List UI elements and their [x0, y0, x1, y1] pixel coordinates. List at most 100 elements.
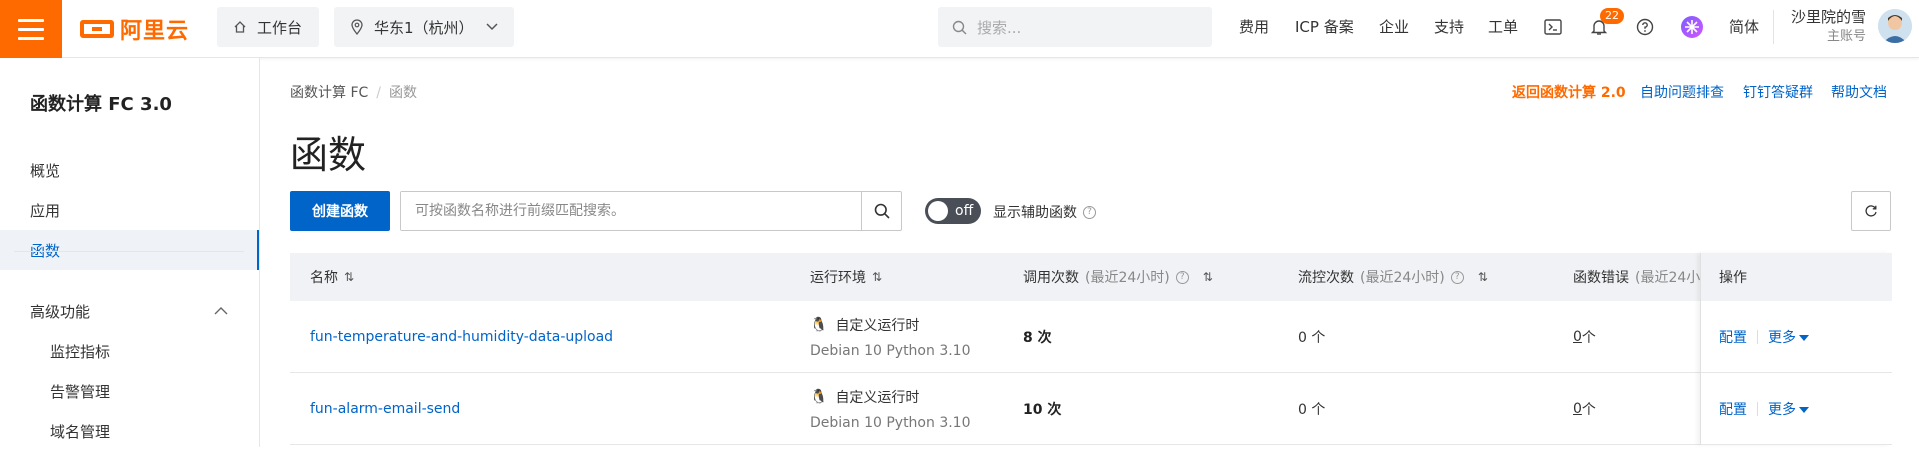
- toggle-knob: [928, 201, 948, 221]
- location-icon: [351, 19, 363, 35]
- logo-icon: [80, 20, 114, 38]
- more-dropdown[interactable]: 更多: [1768, 399, 1809, 419]
- search-icon: [952, 20, 967, 34]
- errors-count-link[interactable]: 0: [1573, 329, 1582, 345]
- sidebar-section-advanced[interactable]: 高级功能: [0, 291, 259, 331]
- question-icon[interactable]: ?: [1083, 205, 1096, 219]
- config-link[interactable]: 配置: [1719, 327, 1747, 347]
- function-search-button[interactable]: [861, 192, 901, 230]
- ai-assistant-icon[interactable]: [1677, 12, 1707, 42]
- linux-icon: 🐧: [810, 317, 828, 333]
- column-name-label: 名称: [310, 270, 338, 286]
- region-selector[interactable]: 华东1（杭州）: [334, 7, 514, 47]
- column-name[interactable]: 名称 ⇅: [310, 253, 354, 301]
- sidebar: 函数计算 FC 3.0 概览 应用 函数 高级功能 监控指标 告警管理 域名管理: [0, 58, 260, 447]
- avatar[interactable]: [1878, 9, 1912, 43]
- sort-icon[interactable]: ⇅: [344, 270, 354, 284]
- home-icon: [234, 21, 246, 33]
- self-check-link[interactable]: 自助问题排查: [1640, 82, 1724, 102]
- errors-value: 0 个: [1573, 373, 1596, 445]
- create-function-button[interactable]: 创建函数: [290, 191, 390, 231]
- help-icon[interactable]: [1630, 12, 1660, 42]
- sidebar-item-functions[interactable]: 函数: [0, 230, 259, 270]
- function-name[interactable]: fun-temperature-and-humidity-data-upload: [310, 329, 613, 345]
- linux-icon: 🐧: [810, 389, 828, 405]
- help-docs-link[interactable]: 帮助文档: [1831, 82, 1887, 102]
- column-throttle[interactable]: 流控次数 (最近24小时) ? ⇅: [1298, 253, 1488, 301]
- sidebar-item-overview[interactable]: 概览: [0, 150, 259, 190]
- runtime-cell: 🐧 自定义运行时 Debian 10 Python 3.10: [810, 301, 971, 373]
- config-link[interactable]: 配置: [1719, 399, 1747, 419]
- nav-enterprise[interactable]: 企业: [1379, 0, 1409, 52]
- column-invocations[interactable]: 调用次数 (最近24小时) ? ⇅: [1023, 253, 1213, 301]
- sidebar-item-domains[interactable]: 域名管理: [0, 411, 259, 451]
- sidebar-item-monitoring[interactable]: 监控指标: [0, 331, 259, 371]
- invocations-value: 10 次: [1023, 402, 1062, 418]
- invocations-value: 8 次: [1023, 330, 1052, 346]
- question-icon[interactable]: ?: [1175, 270, 1189, 284]
- global-search[interactable]: 搜索...: [938, 7, 1212, 47]
- terminal-icon[interactable]: [1538, 12, 1568, 42]
- sort-icon[interactable]: ⇅: [1203, 270, 1213, 284]
- nav-icp[interactable]: ICP 备案: [1295, 0, 1354, 52]
- page-title: 函数: [290, 133, 367, 177]
- refresh-button[interactable]: [1851, 191, 1891, 231]
- operations-column: 操作 配置 更多 配置 更多: [1700, 253, 1892, 445]
- more-dropdown[interactable]: 更多: [1768, 327, 1809, 347]
- sidebar-item-applications[interactable]: 应用: [0, 190, 259, 230]
- breadcrumb-root[interactable]: 函数计算 FC: [290, 85, 368, 101]
- column-runtime-label: 运行环境: [810, 270, 866, 286]
- more-label: 更多: [1768, 401, 1796, 418]
- function-name-link[interactable]: fun-alarm-email-send: [310, 373, 460, 445]
- chevron-down-icon: [486, 23, 498, 31]
- breadcrumb-separator: /: [376, 85, 381, 101]
- function-name[interactable]: fun-alarm-email-send: [310, 401, 460, 417]
- sidebar-divider: [14, 251, 244, 252]
- divider: [1757, 329, 1758, 344]
- more-label: 更多: [1768, 329, 1796, 346]
- nav-fee[interactable]: 费用: [1239, 0, 1269, 52]
- row-operations: 配置 更多: [1701, 373, 1892, 445]
- table-row: fun-alarm-email-send 🐧 自定义运行时 Debian 10 …: [290, 373, 1891, 445]
- runtime-cell: 🐧 自定义运行时 Debian 10 Python 3.10: [810, 373, 971, 445]
- back-to-fc2-link[interactable]: 返回函数计算 2.0: [1512, 82, 1626, 102]
- row-operations: 配置 更多: [1701, 301, 1892, 373]
- sort-icon[interactable]: ⇅: [872, 270, 882, 284]
- nav-ticket[interactable]: 工单: [1488, 0, 1518, 52]
- runtime-name: 自定义运行时: [835, 390, 920, 406]
- workbench-label: 工作台: [257, 18, 303, 37]
- function-name-link[interactable]: fun-temperature-and-humidity-data-upload: [310, 301, 613, 373]
- show-helper-functions-toggle[interactable]: off: [925, 198, 981, 224]
- column-errors-label: 函数错误: [1573, 270, 1629, 286]
- region-label: 华东1（杭州）: [374, 18, 474, 37]
- search-icon: [874, 203, 890, 219]
- sidebar-title: 函数计算 FC 3.0: [30, 94, 172, 115]
- caret-down-icon: [1799, 406, 1809, 413]
- table-row: fun-temperature-and-humidity-data-upload…: [290, 301, 1891, 373]
- question-icon[interactable]: ?: [1450, 270, 1464, 284]
- language-switch[interactable]: 简体: [1729, 0, 1759, 52]
- workbench-button[interactable]: 工作台: [217, 7, 319, 47]
- sort-icon[interactable]: ⇅: [1478, 270, 1488, 284]
- column-errors[interactable]: 函数错误 (最近24小: [1573, 253, 1700, 301]
- dingtalk-group-link[interactable]: 钉钉答疑群: [1743, 82, 1813, 102]
- sidebar-item-alerts[interactable]: 告警管理: [0, 371, 259, 411]
- nav-support[interactable]: 支持: [1434, 0, 1464, 52]
- function-search: [400, 191, 902, 231]
- aliyun-logo[interactable]: 阿里云: [80, 14, 189, 44]
- bell-icon[interactable]: 22: [1584, 8, 1624, 42]
- toggle-label-text: 显示辅助函数: [993, 205, 1077, 221]
- global-search-placeholder: 搜索...: [977, 18, 1022, 37]
- errors-value: 0 个: [1573, 301, 1596, 373]
- errors-unit: 个: [1581, 402, 1596, 418]
- function-search-input[interactable]: [401, 192, 861, 230]
- errors-count-link[interactable]: 0: [1573, 401, 1582, 417]
- table-header: 名称 ⇅ 运行环境 ⇅ 调用次数 (最近24小时) ? ⇅ 流控次数 (最近24…: [290, 253, 1891, 301]
- divider: [1757, 401, 1758, 416]
- user-menu[interactable]: 沙里院的雪 主账号: [1786, 7, 1866, 47]
- toggle-label: 显示辅助函数 ?: [993, 202, 1096, 222]
- throttle-value: 0 个: [1298, 402, 1326, 418]
- menu-icon[interactable]: [0, 0, 62, 58]
- caret-down-icon: [1799, 334, 1809, 341]
- column-runtime[interactable]: 运行环境 ⇅: [810, 253, 882, 301]
